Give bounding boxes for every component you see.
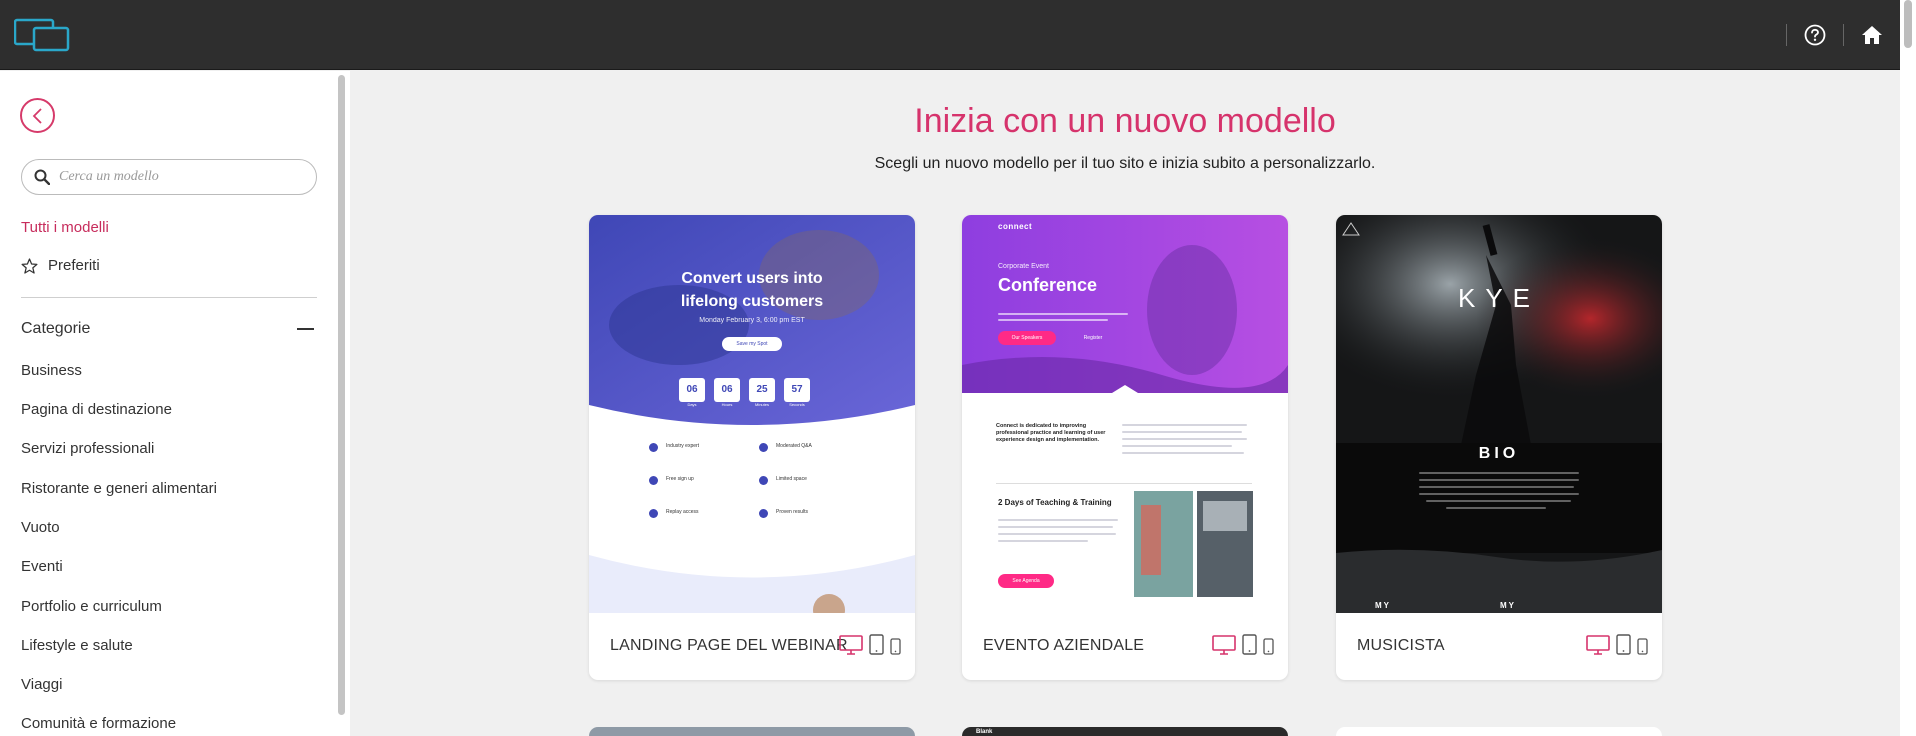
category-business[interactable]: Business bbox=[21, 362, 82, 379]
card-footer: LANDING PAGE DEL WEBINAR bbox=[589, 613, 915, 680]
top-bar bbox=[0, 0, 1900, 70]
phone-icon[interactable] bbox=[1637, 638, 1648, 655]
preview-footer-text: MY bbox=[1500, 601, 1516, 610]
template-preview: Convert users into lifelong customers Mo… bbox=[589, 215, 915, 613]
preview-footer-text: MY bbox=[1375, 601, 1391, 610]
divider bbox=[1843, 24, 1844, 46]
preview-artist: KYE bbox=[1457, 283, 1541, 313]
template-card-corporate-event[interactable]: connect Corporate Event Conference Our S… bbox=[962, 215, 1288, 680]
template-preview: KYE BIO MY MY bbox=[1336, 215, 1662, 613]
template-card-peek[interactable] bbox=[589, 727, 915, 736]
preview-button: Save my Spot bbox=[722, 337, 782, 351]
desktop-icon[interactable] bbox=[1212, 635, 1236, 655]
category-blank[interactable]: Vuoto bbox=[21, 519, 60, 536]
preview-features: Industry expert Moderated Q&A Free sign … bbox=[649, 443, 869, 518]
window-scrollbar[interactable] bbox=[1900, 0, 1916, 736]
chevron-left-icon bbox=[32, 107, 42, 124]
sidebar-item-all-templates[interactable]: Tutti i modelli bbox=[21, 219, 109, 236]
category-events[interactable]: Eventi bbox=[21, 558, 63, 575]
preview-headline: Conference bbox=[998, 275, 1098, 295]
star-icon bbox=[21, 257, 38, 274]
feature-item: Limited space bbox=[759, 476, 869, 485]
search-input[interactable] bbox=[59, 169, 299, 185]
desktop-icon[interactable] bbox=[839, 635, 863, 655]
category-community[interactable]: Comunità e formazione bbox=[21, 715, 176, 732]
template-card-peek[interactable] bbox=[1336, 727, 1662, 736]
feature-item: Moderated Q&A bbox=[759, 443, 869, 452]
phone-icon[interactable] bbox=[890, 638, 901, 655]
category-travel[interactable]: Viaggi bbox=[21, 676, 62, 693]
category-restaurant[interactable]: Ristorante e generi alimentari bbox=[21, 480, 217, 497]
preview-headline: Convert users into bbox=[681, 270, 823, 287]
device-preview-group bbox=[839, 634, 901, 655]
divider bbox=[1786, 24, 1787, 46]
peek-label: Blank bbox=[976, 729, 993, 735]
preview-button: See Agenda bbox=[998, 574, 1054, 588]
preview-brand: connect bbox=[998, 222, 1033, 231]
back-button[interactable] bbox=[20, 98, 55, 133]
template-preview: connect Corporate Event Conference Our S… bbox=[962, 215, 1288, 613]
phone-icon[interactable] bbox=[1263, 638, 1274, 655]
preview-text-line bbox=[998, 319, 1108, 321]
countdown-box: 25 Minutes bbox=[749, 378, 775, 407]
category-professional-services[interactable]: Servizi professionali bbox=[21, 440, 154, 457]
preview-section-title: BIO bbox=[1478, 445, 1520, 462]
card-footer: MUSICISTA bbox=[1336, 613, 1662, 680]
template-card-webinar[interactable]: Convert users into lifelong customers Mo… bbox=[589, 215, 915, 680]
divider bbox=[21, 297, 317, 298]
template-name: LANDING PAGE DEL WEBINAR bbox=[610, 637, 848, 654]
countdown-box: 57 Seconds bbox=[784, 378, 810, 407]
preview-intro: Connect is dedicated to improving profes… bbox=[996, 423, 1106, 443]
search-box[interactable] bbox=[21, 159, 317, 195]
preview-button: Register bbox=[1083, 335, 1103, 341]
tablet-icon[interactable] bbox=[869, 634, 884, 655]
preview-section-title: 2 Days of Teaching & Training bbox=[998, 498, 1112, 507]
preview-countdown: 06 Days 06 Hours 25 Minutes 57 Seconds bbox=[679, 378, 810, 407]
collapse-icon[interactable] bbox=[297, 328, 314, 330]
feature-item: Proven results bbox=[759, 509, 869, 518]
sidebar: Tutti i modelli Preferiti Categorie Busi… bbox=[0, 71, 350, 736]
sidebar-scrollbar[interactable] bbox=[338, 75, 345, 715]
device-preview-group bbox=[1586, 634, 1648, 655]
template-card-musician[interactable]: KYE BIO MY MY MUSICISTA bbox=[1336, 215, 1662, 680]
search-icon bbox=[34, 169, 50, 185]
countdown-box: 06 Hours bbox=[714, 378, 740, 407]
feature-item: Free sign up bbox=[649, 476, 759, 485]
preview-kicker: Corporate Event bbox=[998, 263, 1049, 270]
device-preview-group bbox=[1212, 634, 1274, 655]
category-landing-page[interactable]: Pagina di destinazione bbox=[21, 401, 172, 418]
question-circle-icon[interactable] bbox=[1802, 22, 1828, 48]
page-title: Inizia con un nuovo modello bbox=[914, 102, 1336, 140]
preview-button: Our Speakers bbox=[998, 331, 1056, 345]
page-subtitle: Scegli un nuovo modello per il tuo sito … bbox=[874, 155, 1376, 172]
category-lifestyle[interactable]: Lifestyle e salute bbox=[21, 637, 133, 654]
card-footer: EVENTO AZIENDALE bbox=[962, 613, 1288, 680]
devices-logo-icon[interactable] bbox=[14, 18, 70, 52]
tablet-icon[interactable] bbox=[1242, 634, 1257, 655]
template-name: MUSICISTA bbox=[1357, 637, 1445, 654]
sidebar-item-label: Preferiti bbox=[48, 257, 100, 274]
preview-date: Monday February 3, 6:00 pm EST bbox=[699, 317, 805, 324]
template-card-peek[interactable]: Blank bbox=[962, 727, 1288, 736]
home-icon[interactable] bbox=[1859, 22, 1885, 48]
template-name: EVENTO AZIENDALE bbox=[983, 637, 1145, 654]
tablet-icon[interactable] bbox=[1616, 634, 1631, 655]
preview-text-line bbox=[998, 313, 1128, 315]
categories-header[interactable]: Categorie bbox=[21, 320, 317, 338]
sidebar-item-favorites[interactable]: Preferiti bbox=[21, 257, 100, 274]
countdown-box: 06 Days bbox=[679, 378, 705, 407]
feature-item: Industry expert bbox=[649, 443, 759, 452]
feature-item: Replay access bbox=[649, 509, 759, 518]
preview-headline: lifelong customers bbox=[680, 293, 824, 310]
desktop-icon[interactable] bbox=[1586, 635, 1610, 655]
category-portfolio[interactable]: Portfolio e curriculum bbox=[21, 598, 162, 615]
categories-title: Categorie bbox=[21, 320, 91, 337]
